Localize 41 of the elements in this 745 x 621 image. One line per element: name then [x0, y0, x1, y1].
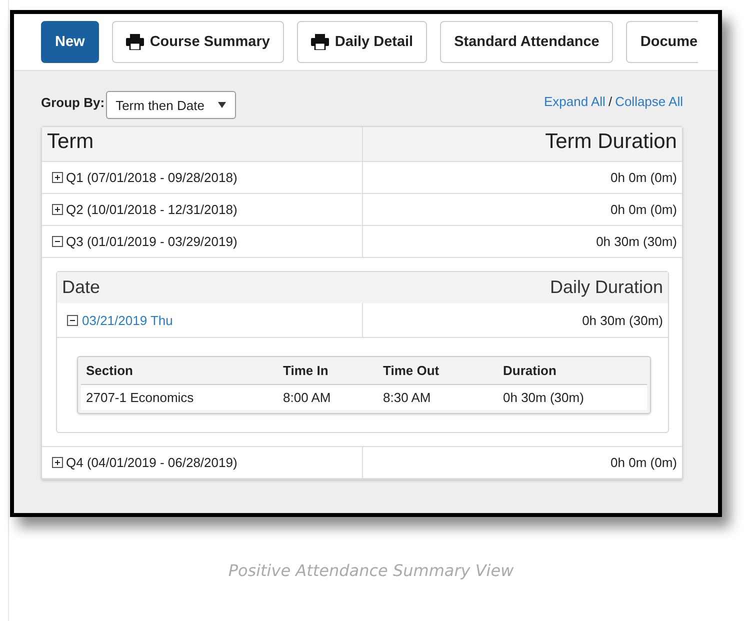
toolbar-button[interactable]: Daily Detail [296, 21, 428, 63]
term-label[interactable]: Q1 (07/01/2018 - 09/28/2018) [66, 170, 238, 185]
term-label[interactable]: Q2 (10/01/2018 - 12/31/2018) [66, 202, 238, 217]
toolbar-button[interactable]: Course Summary [112, 21, 284, 63]
term-label[interactable]: Q3 (01/01/2019 - 03/29/2019) [66, 234, 238, 249]
collapse-icon[interactable] [67, 314, 78, 326]
new-button[interactable]: New [41, 21, 99, 63]
toolbar-button[interactable]: Docume [626, 21, 698, 63]
expand-icon[interactable] [52, 204, 63, 215]
table-cell-text: 8:00 AM [282, 390, 332, 405]
term-duration: 0h 30m (30m) [596, 234, 677, 249]
term-duration: 0h 0m (0m) [610, 170, 677, 185]
term-duration: 0h 0m (0m) [610, 202, 677, 217]
term-label[interactable]: Q4 (04/01/2019 - 06/28/2019) [66, 455, 238, 470]
column-header: Daily Duration [548, 277, 664, 298]
group-by-select[interactable]: Term then Date [106, 91, 236, 119]
expand-icon[interactable] [52, 457, 63, 468]
link-separator: / [608, 94, 612, 109]
column-header: Time Out [382, 363, 440, 378]
expand-all-link[interactable]: Expand All [544, 94, 606, 109]
column-header: Date [61, 277, 102, 298]
printer-icon [310, 34, 329, 50]
group-by-label: Group By: [41, 95, 105, 110]
collapse-icon[interactable] [52, 236, 63, 247]
date-link[interactable]: 03/21/2019 Thu [82, 312, 173, 328]
daily-duration: 0h 30m (30m) [582, 312, 663, 328]
expand-icon[interactable] [52, 172, 63, 183]
column-header: Time In [282, 363, 330, 378]
term-duration: 0h 0m (0m) [610, 455, 677, 470]
printer-icon [126, 34, 144, 50]
collapse-all-link[interactable]: Collapse All [615, 94, 683, 109]
toolbar-button[interactable]: Standard Attendance [440, 21, 614, 63]
caption: Positive Attendance Summary View [227, 561, 515, 580]
column-header: Term Duration [544, 129, 678, 155]
table-cell-text: 8:30 AM [382, 390, 432, 405]
table-cell-text: 2707-1 Economics [85, 390, 195, 405]
column-header: Section [85, 363, 134, 378]
table-cell-text: 0h 30m (30m) [502, 390, 585, 405]
column-header: Term [42, 127, 362, 161]
column-header: Duration [502, 363, 558, 378]
caret-icon [218, 102, 226, 108]
